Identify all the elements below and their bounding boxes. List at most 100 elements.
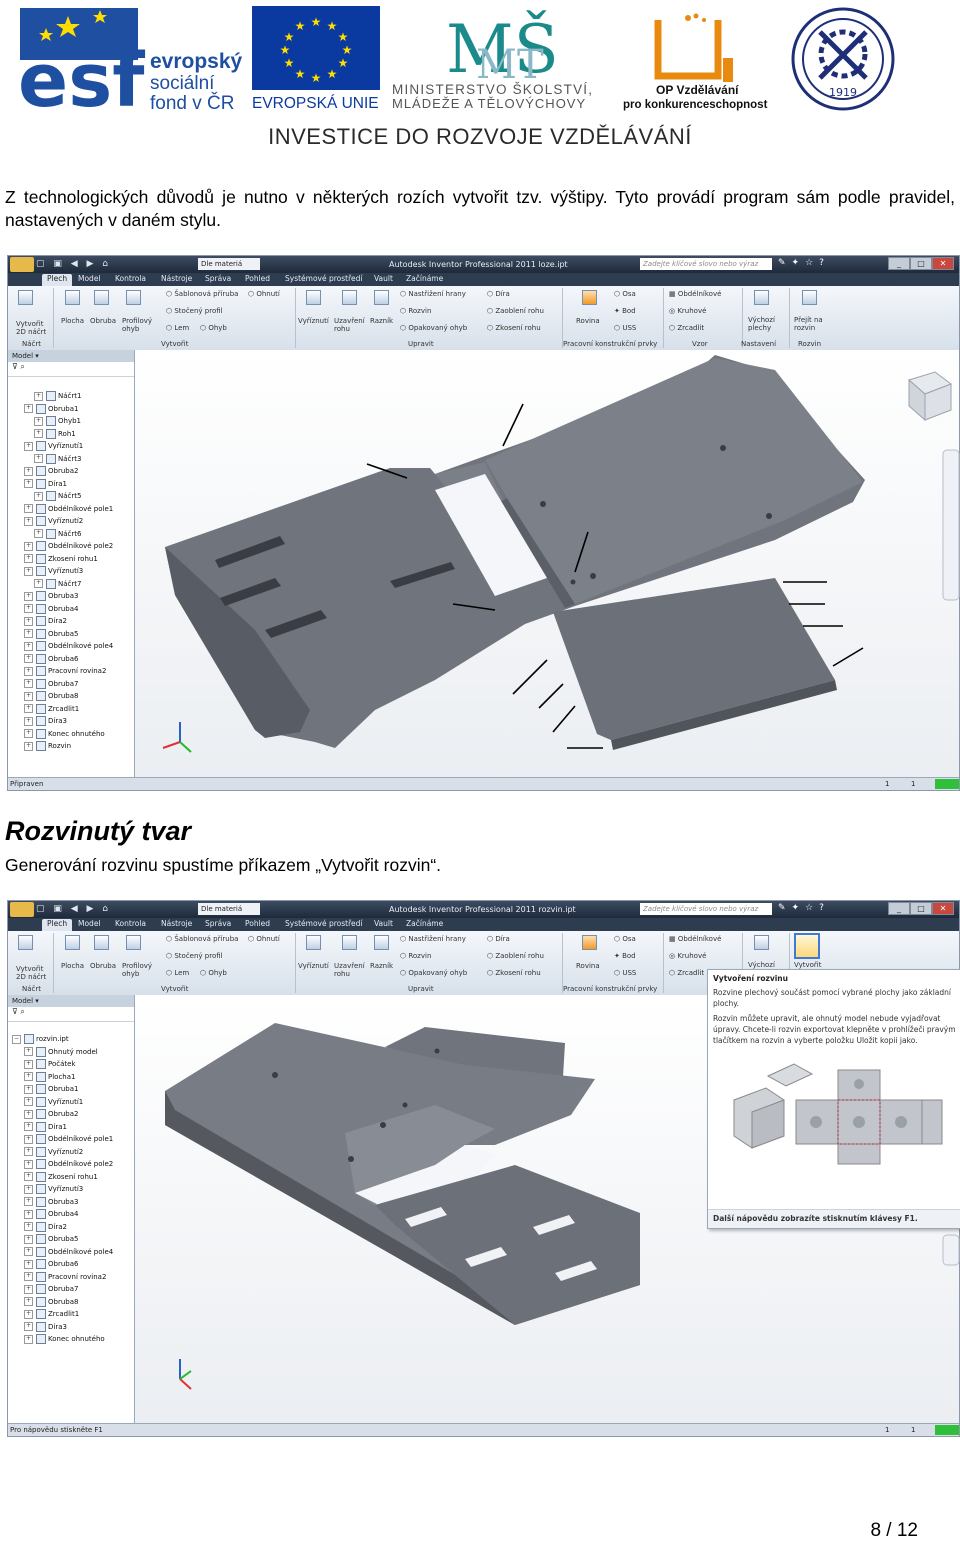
tab-systemove-prostredi[interactable]: Systémové prostředí — [285, 274, 363, 283]
quick-access-toolbar[interactable]: ▢ ▣ ◀ ▶ ⌂ — [36, 259, 111, 269]
tree-item[interactable]: + Pracovní rovina2 — [12, 665, 124, 678]
tab-sprava[interactable]: Správa — [205, 274, 231, 283]
tree-item[interactable]: + Obdélníkové pole1 — [12, 1133, 124, 1146]
tab-pohled[interactable]: Pohled — [245, 274, 270, 283]
lem-button[interactable]: ⬡ Lem — [166, 324, 189, 332]
rovina-icon[interactable] — [582, 935, 597, 950]
tree-item[interactable]: + Díra2 — [12, 615, 124, 628]
tree-item[interactable]: + Vyříznutí1 — [12, 1096, 124, 1109]
tree-item[interactable]: + Zrcadlit1 — [12, 1308, 124, 1321]
tree-item[interactable]: + Ohyb1 — [12, 415, 124, 428]
rovina-button[interactable]: Rovina — [576, 317, 600, 325]
tree-item[interactable]: + Obdélníkové pole1 — [12, 503, 124, 516]
app-menu-button[interactable] — [10, 257, 34, 272]
tab-model[interactable]: Model — [78, 274, 101, 283]
tree-item[interactable]: + Zkosení rohu1 — [12, 1171, 124, 1184]
vyriznuti-icon[interactable] — [306, 935, 321, 950]
style-select[interactable]: Dle materiá — [198, 903, 260, 915]
rozvin-button[interactable]: ⬡ Rozvin — [400, 307, 431, 315]
tree-item[interactable]: + Obruba6 — [12, 653, 124, 666]
raznik-icon[interactable] — [374, 290, 389, 305]
tree-item[interactable]: + Obruba8 — [12, 690, 124, 703]
zrcadlit-button[interactable]: ⬡ Zrcadlit — [669, 324, 704, 332]
dira-button[interactable]: ⬡ Díra — [487, 935, 510, 943]
help-icons[interactable]: ✎✦☆? — [778, 258, 830, 268]
rozvin-button[interactable]: ⬡ Rozvin — [400, 952, 431, 960]
close-button[interactable]: ✕ — [932, 902, 954, 915]
tree-item[interactable]: + Obruba2 — [12, 1108, 124, 1121]
plocha-icon[interactable] — [65, 290, 80, 305]
vyriznuti-icon[interactable] — [306, 290, 321, 305]
tree-item[interactable]: + Ohnutý model — [12, 1046, 124, 1059]
sablonova-priruba-button[interactable]: ⬡ Šablonová příruba — [166, 290, 238, 298]
tree-item[interactable]: + Obruba6 — [12, 1258, 124, 1271]
tree-item[interactable]: + Náčrt5 — [12, 490, 124, 503]
tree-item[interactable]: + Obruba5 — [12, 628, 124, 641]
nastrizeni-hrany-button[interactable]: ⬡ Nastřižení hrany — [400, 290, 466, 298]
obruba-icon[interactable] — [94, 935, 109, 950]
profilovy-ohyb-button[interactable]: Profilový ohyb — [122, 962, 152, 978]
tree-item[interactable]: + Obruba4 — [12, 1208, 124, 1221]
help-search-input[interactable]: Zadejte klíčové slovo nebo výraz — [640, 258, 772, 270]
tree-item[interactable]: + Obruba1 — [12, 403, 124, 416]
profilovy-ohyb-button[interactable]: Profilový ohyb — [122, 317, 152, 333]
tree-item[interactable]: + Vyříznutí3 — [12, 565, 124, 578]
tree-item[interactable]: + Vyříznutí2 — [12, 515, 124, 528]
zkoseni-rohu-button[interactable]: ⬡ Zkosení rohu — [487, 324, 541, 332]
close-button[interactable]: ✕ — [932, 257, 954, 270]
tab-systemove-prostredi[interactable]: Systémové prostředí — [285, 919, 363, 928]
plocha-icon[interactable] — [65, 935, 80, 950]
tree-item[interactable]: + Obruba2 — [12, 465, 124, 478]
vyriznuti-button[interactable]: Vyříznutí — [298, 317, 329, 325]
tree-item[interactable]: + Díra1 — [12, 478, 124, 491]
osa-button[interactable]: ⬡ Osa — [614, 935, 636, 943]
vychozi-plechy-icon[interactable] — [754, 935, 769, 950]
tree-item[interactable]: + Roh1 — [12, 428, 124, 441]
obruba-button[interactable]: Obruba — [90, 962, 116, 970]
prejit-na-rozvin-icon[interactable] — [802, 290, 817, 305]
lem-button[interactable]: ⬡ Lem — [166, 969, 189, 977]
tree-item[interactable]: + Zrcadlit1 — [12, 703, 124, 716]
tree-item[interactable]: + Obruba3 — [12, 590, 124, 603]
tree-item[interactable]: + Obruba4 — [12, 603, 124, 616]
dira-button[interactable]: ⬡ Díra — [487, 290, 510, 298]
tree-item[interactable]: + Obdélníkové pole4 — [12, 640, 124, 653]
stoceny-profil-button[interactable]: ⬡ Stočený profil — [166, 952, 223, 960]
tree-item[interactable]: + Díra3 — [12, 1321, 124, 1334]
tree-item[interactable]: + Náčrt6 — [12, 528, 124, 541]
prejit-na-rozvin-button[interactable]: Přejít na rozvin — [794, 316, 823, 332]
tree-item[interactable]: + Díra3 — [12, 715, 124, 728]
tab-nastroje[interactable]: Nástroje — [161, 919, 192, 928]
maximize-button[interactable]: □ — [910, 902, 932, 915]
help-icons[interactable]: ✎✦☆? — [778, 903, 830, 913]
sablonova-priruba-button[interactable]: ⬡ Šablonová příruba — [166, 935, 238, 943]
obdelnikove-pole-button[interactable]: ▦ Obdélníkové — [669, 935, 721, 943]
raznik-icon[interactable] — [374, 935, 389, 950]
quick-access-toolbar[interactable]: ▢ ▣ ◀ ▶ ⌂ — [36, 904, 111, 914]
tree-item[interactable]: + Obruba1 — [12, 1083, 124, 1096]
obruba-button[interactable]: Obruba — [90, 317, 116, 325]
rovina-icon[interactable] — [582, 290, 597, 305]
style-select[interactable]: Dle materiá — [198, 258, 260, 270]
profilovy-ohyb-icon[interactable] — [126, 290, 141, 305]
tree-item[interactable]: + Obruba5 — [12, 1233, 124, 1246]
opakovany-ohyb-button[interactable]: ⬡ Opakovaný ohyb — [400, 324, 467, 332]
zrcadlit-button[interactable]: ⬡ Zrcadlit — [669, 969, 704, 977]
vychozi-plechy-button[interactable]: Výchozí plechy — [748, 316, 775, 332]
tree-item[interactable]: + Vyříznutí2 — [12, 1146, 124, 1159]
tree-item[interactable]: + Náčrt3 — [12, 453, 124, 466]
tree-item[interactable]: + Náčrt7 — [12, 578, 124, 591]
tree-item[interactable]: + Plocha1 — [12, 1071, 124, 1084]
sketch-icon[interactable] — [18, 290, 33, 305]
tree-item[interactable]: + Rozvin — [12, 740, 124, 753]
tree-item[interactable]: + Vyříznutí1 — [12, 440, 124, 453]
uss-button[interactable]: ⬡ USS — [614, 969, 636, 977]
zaobleni-rohu-button[interactable]: ⬡ Zaoblení rohu — [487, 307, 544, 315]
browser-toolbar[interactable]: ⊽ ⌕ — [8, 362, 134, 377]
sketch-icon[interactable] — [18, 935, 33, 950]
3d-viewport[interactable] — [135, 350, 960, 778]
bod-button[interactable]: ✦ Bod — [614, 952, 636, 960]
zkoseni-rohu-button[interactable]: ⬡ Zkosení rohu — [487, 969, 541, 977]
opakovany-ohyb-button[interactable]: ⬡ Opakovaný ohyb — [400, 969, 467, 977]
tab-pohled[interactable]: Pohled — [245, 919, 270, 928]
